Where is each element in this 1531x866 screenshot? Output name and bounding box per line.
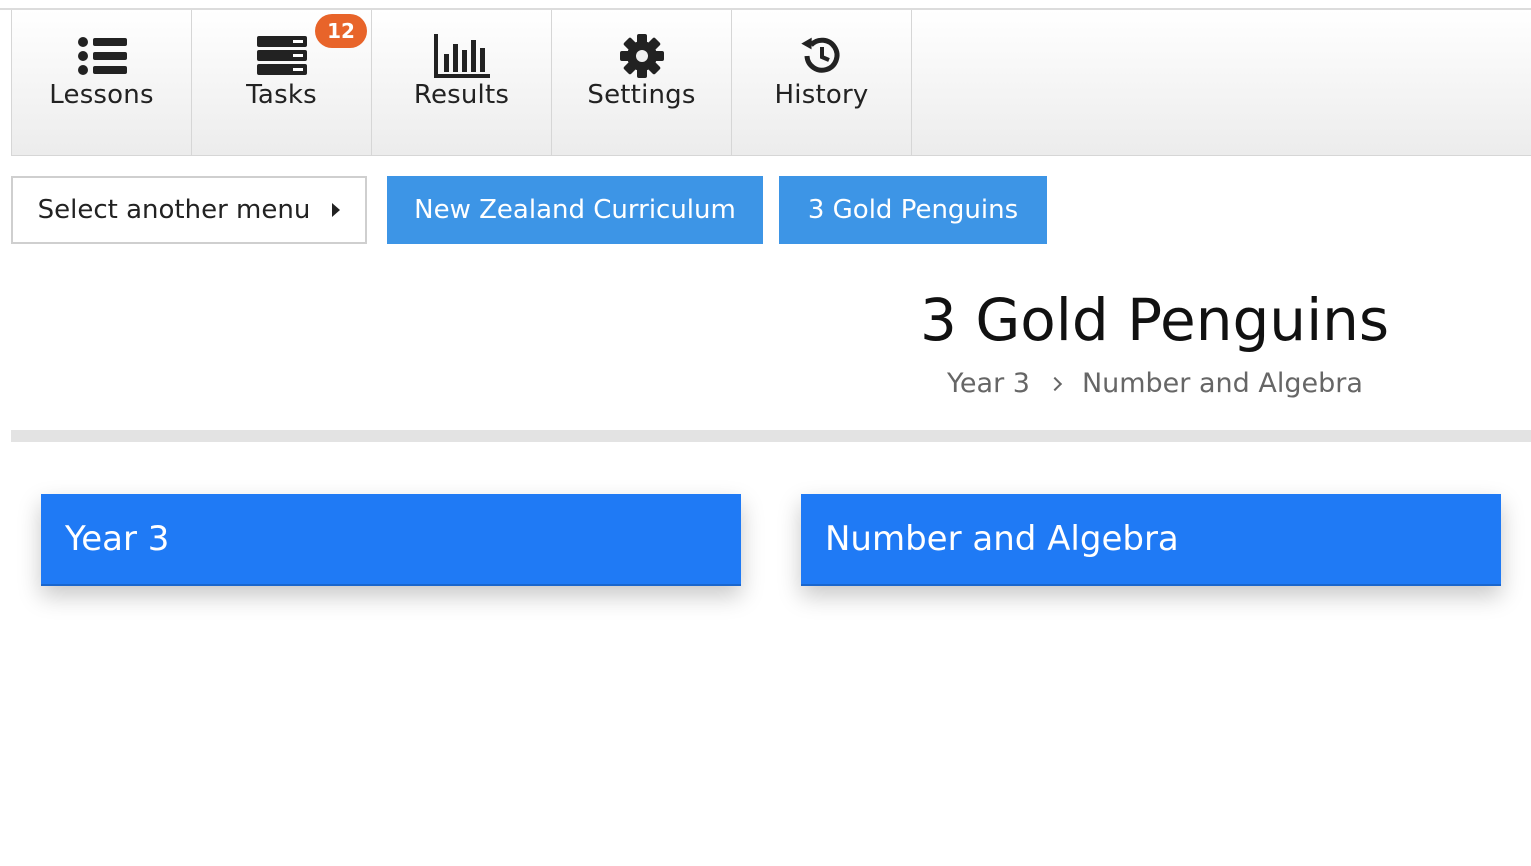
history-icon bbox=[800, 34, 844, 78]
nav-item-label: History bbox=[774, 80, 869, 110]
nav-item-settings[interactable]: Settings bbox=[552, 10, 732, 155]
top-navbar: Lessons Tasks 12 Results Settings Histor… bbox=[11, 10, 1531, 156]
nav-item-label: Tasks bbox=[246, 80, 317, 110]
nav-item-lessons[interactable]: Lessons bbox=[12, 10, 192, 155]
gear-icon bbox=[619, 34, 664, 78]
section-divider bbox=[11, 430, 1531, 442]
page-title: 3 Gold Penguins bbox=[920, 286, 1390, 354]
bar-chart-icon bbox=[433, 34, 490, 78]
nav-item-label: Settings bbox=[587, 80, 696, 110]
select-menu-label: Select another menu bbox=[37, 195, 311, 225]
group-button[interactable]: 3 Gold Penguins bbox=[779, 176, 1047, 244]
list-icon bbox=[77, 34, 127, 78]
caret-right-icon bbox=[332, 203, 341, 217]
card-number-and-algebra[interactable]: Number and Algebra bbox=[801, 494, 1501, 586]
nav-item-results[interactable]: Results bbox=[372, 10, 552, 155]
nav-item-tasks[interactable]: Tasks 12 bbox=[192, 10, 372, 155]
breadcrumb-year-3[interactable]: Year 3 bbox=[947, 368, 1030, 399]
breadcrumb: Year 3 Number and Algebra bbox=[947, 368, 1363, 399]
card-label: Number and Algebra bbox=[825, 519, 1179, 559]
nav-item-label: Lessons bbox=[49, 80, 154, 110]
chevron-right-icon bbox=[1047, 376, 1063, 391]
curriculum-button[interactable]: New Zealand Curriculum bbox=[387, 176, 763, 244]
nav-item-label: Results bbox=[413, 80, 510, 110]
card-label: Year 3 bbox=[65, 519, 170, 559]
nav-item-history[interactable]: History bbox=[732, 10, 912, 155]
card-year-3[interactable]: Year 3 bbox=[41, 494, 741, 586]
server-icon bbox=[256, 34, 307, 78]
breadcrumb-number-and-algebra[interactable]: Number and Algebra bbox=[1082, 368, 1363, 399]
tasks-count-badge: 12 bbox=[315, 14, 367, 48]
select-another-menu-button[interactable]: Select another menu bbox=[11, 176, 367, 244]
